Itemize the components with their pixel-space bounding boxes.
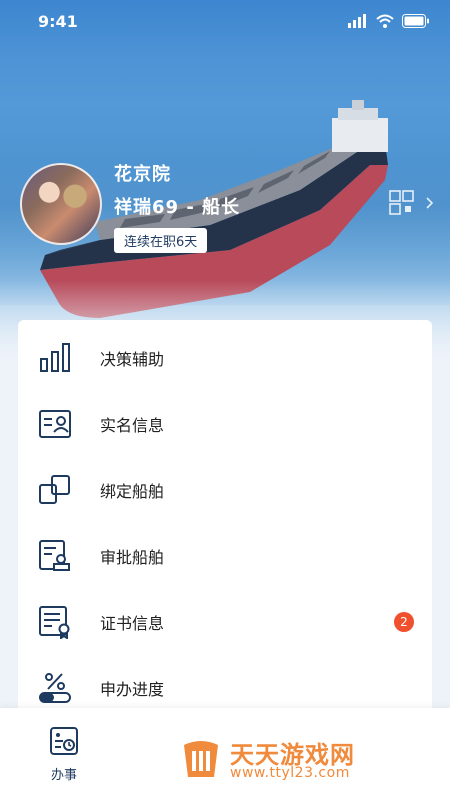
menu-item-label: 决策辅助	[100, 350, 165, 369]
status-bar: 9:41	[0, 0, 450, 44]
menu-item-label: 审批船舶	[100, 548, 165, 567]
status-time: 9:41	[38, 12, 78, 31]
progress-percent-icon	[39, 673, 71, 703]
user-name: 花京院	[114, 164, 171, 185]
signal-icon	[348, 14, 366, 28]
menu-item-label: 证书信息	[100, 614, 165, 633]
approve-stamp-icon	[39, 540, 70, 571]
menu-item-certificate-info[interactable]: 证书信息 2	[18, 592, 432, 652]
tab-label: 办事	[50, 768, 77, 783]
menu-item-label: 实名信息	[100, 416, 165, 435]
tab-services[interactable]: 办事	[36, 726, 92, 783]
certificate-icon	[39, 606, 70, 639]
menu-item-decision-support[interactable]: 决策辅助	[18, 328, 432, 388]
menu-item-bind-ship[interactable]: 绑定船舶	[18, 460, 432, 520]
battery-icon	[402, 14, 429, 28]
link-squares-icon	[39, 475, 70, 504]
notification-badge: 2	[394, 612, 414, 632]
watermark-url: www.ttyl23.com	[230, 765, 350, 781]
ship-role: 祥瑞69 - 船长	[114, 197, 241, 218]
status-icons	[348, 14, 430, 28]
id-card-icon	[39, 410, 71, 438]
bar-chart-icon	[40, 343, 70, 372]
wifi-icon	[376, 14, 394, 28]
services-icon	[50, 727, 78, 755]
menu-item-label: 申办进度	[100, 680, 165, 699]
avatar[interactable]	[20, 163, 102, 245]
tenure-badge: 连续在职6天	[114, 228, 208, 253]
menu-item-realname-info[interactable]: 实名信息	[18, 394, 432, 454]
watermark-logo-icon	[184, 741, 218, 777]
qr-code-icon[interactable]	[389, 190, 437, 218]
menu-item-label: 绑定船舶	[100, 482, 165, 501]
menu-card: 决策辅助 实名信息 绑定船舶 审批船舶 证书信息 2 申办进度	[18, 320, 432, 720]
watermark: 天天游戏网 www.ttyl23.com	[178, 735, 418, 783]
menu-item-approve-ship[interactable]: 审批船舶	[18, 526, 432, 586]
